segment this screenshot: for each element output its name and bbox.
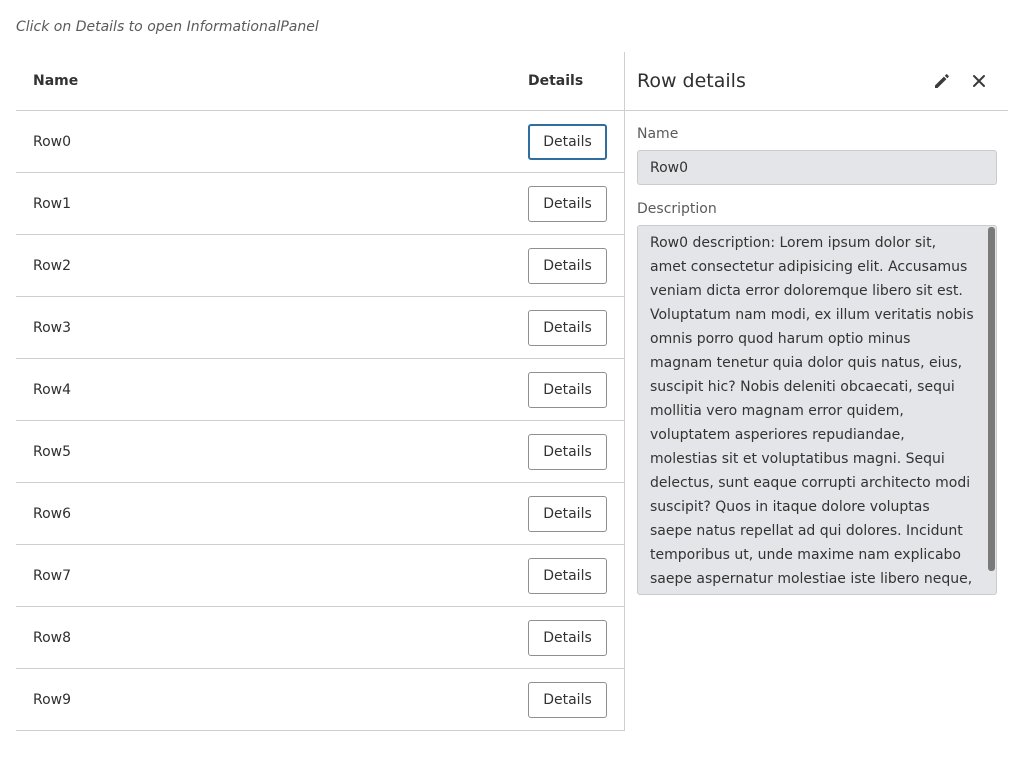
row-name: Row0 (33, 133, 72, 150)
description-scrollbar[interactable] (986, 226, 996, 594)
description-text: Row0 description: Lorem ipsum dolor sit,… (650, 235, 974, 587)
rows-table: Name Details Row0 Details Row1 Details R… (16, 52, 625, 731)
row-name: Row1 (33, 195, 72, 212)
row-name: Row6 (33, 505, 72, 522)
table-row: Row4 Details (16, 359, 625, 421)
panel-title: Row details (637, 70, 746, 92)
description-label: Description (637, 201, 717, 217)
table-row: Row1 Details (16, 173, 625, 235)
name-field[interactable] (637, 150, 997, 185)
table-row: Row8 Details (16, 607, 625, 669)
details-button[interactable]: Details (528, 309, 607, 346)
details-button[interactable]: Details (528, 247, 607, 284)
name-label: Name (637, 126, 679, 142)
table-row: Row5 Details (16, 421, 625, 483)
column-header-details: Details (528, 73, 584, 89)
details-button[interactable]: Details (528, 619, 607, 656)
row-name: Row8 (33, 629, 72, 646)
table-row: Row9 Details (16, 669, 625, 731)
table-row: Row3 Details (16, 297, 625, 359)
description-field[interactable]: Row0 description: Lorem ipsum dolor sit,… (637, 225, 997, 595)
close-icon[interactable] (967, 69, 991, 93)
row-name: Row2 (33, 257, 72, 274)
details-button[interactable]: Details (528, 433, 607, 470)
row-name: Row3 (33, 319, 72, 336)
table-row: Row7 Details (16, 545, 625, 607)
informational-panel: Row details Name Description Row0 descri… (624, 52, 1008, 731)
table-header: Name Details (16, 52, 625, 111)
row-name: Row4 (33, 381, 72, 398)
table-row: Row0 Details (16, 111, 625, 173)
details-button[interactable]: Details (528, 557, 607, 594)
panel-header: Row details (625, 52, 1008, 111)
row-name: Row9 (33, 691, 72, 708)
instruction-hint: Click on Details to open InformationalPa… (16, 19, 319, 35)
details-button[interactable]: Details (528, 495, 607, 532)
column-header-name: Name (33, 73, 79, 89)
details-button[interactable]: Details (528, 681, 607, 718)
scrollbar-thumb[interactable] (988, 227, 995, 571)
details-button[interactable]: Details (528, 185, 607, 222)
details-button[interactable]: Details (528, 371, 607, 408)
table-row: Row2 Details (16, 235, 625, 297)
row-name: Row5 (33, 443, 72, 460)
pencil-icon[interactable] (930, 69, 954, 93)
details-button[interactable]: Details (528, 123, 607, 160)
row-name: Row7 (33, 567, 72, 584)
table-body: Row0 Details Row1 Details Row2 Details R… (16, 111, 625, 731)
table-row: Row6 Details (16, 483, 625, 545)
